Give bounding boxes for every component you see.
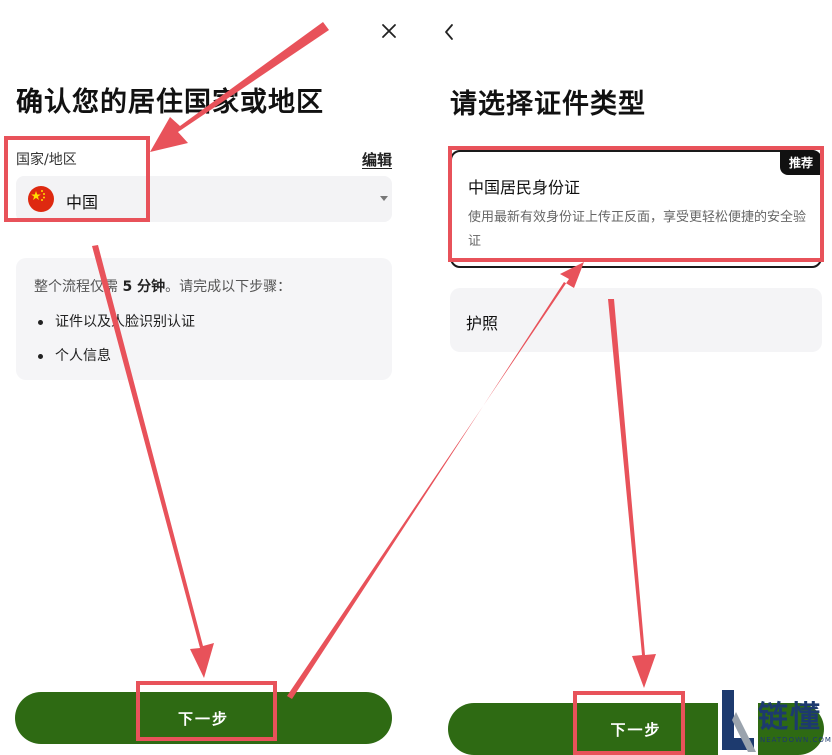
close-icon: [382, 24, 396, 38]
info-duration: 5 分钟: [122, 279, 166, 295]
info-suffix: 。请完成以下步骤：: [165, 279, 292, 295]
option-description: 使用最新有效身份证上传正反面，享受更轻松便捷的安全验证: [468, 210, 807, 249]
recommended-badge: 推荐: [779, 150, 822, 175]
option-title: 中国居民身份证: [468, 178, 581, 197]
brand-logo-icon: [718, 686, 758, 755]
step-label: 个人信息: [55, 348, 111, 364]
bullet-dot: [38, 353, 43, 359]
document-type-screen: 请选择证件类型 推荐 中国居民身份证 使用最新有效身份证上传正反面，享受更轻松便…: [428, 0, 832, 755]
step-item: 个人信息: [38, 345, 111, 365]
process-info-text: 整个流程仅需 5 分钟。请完成以下步骤：: [34, 276, 291, 296]
next-button[interactable]: 下一步: [15, 692, 392, 744]
country-select[interactable]: 中国: [16, 176, 392, 222]
page-title: 请选择证件类型: [450, 89, 646, 120]
watermark-logo: 链懂 NEATDOWN.COM: [718, 686, 832, 755]
option-resident-id-card[interactable]: 推荐 中国居民身份证 使用最新有效身份证上传正反面，享受更轻松便捷的安全验证: [450, 150, 822, 268]
bullet-dot: [38, 319, 43, 325]
option-passport[interactable]: 护照: [450, 288, 822, 352]
option-title: 护照: [466, 314, 499, 333]
brand-name: 链懂: [758, 700, 822, 735]
page-title: 确认您的居住国家或地区: [16, 87, 324, 118]
country-field-label: 国家/地区: [16, 152, 77, 168]
back-button[interactable]: [436, 18, 462, 46]
country-confirm-screen: 确认您的居住国家或地区 国家/地区 编辑 中国 整个流程仅需 5 分钟。请完成以…: [0, 0, 410, 755]
edit-link[interactable]: 编辑: [362, 149, 392, 170]
step-label: 证件以及人脸识别认证: [55, 314, 195, 330]
info-prefix: 整个流程仅需: [34, 279, 123, 295]
back-chevron-icon: [445, 24, 453, 40]
selected-country: 中国: [66, 193, 99, 212]
close-button[interactable]: [376, 18, 402, 44]
step-item: 证件以及人脸识别认证: [38, 311, 195, 331]
process-info-card: 整个流程仅需 5 分钟。请完成以下步骤： 证件以及人脸识别认证 个人信息: [16, 258, 392, 380]
caret-down-icon: [380, 196, 388, 201]
china-flag-icon: [28, 186, 54, 212]
brand-domain: NEATDOWN.COM: [760, 736, 832, 744]
